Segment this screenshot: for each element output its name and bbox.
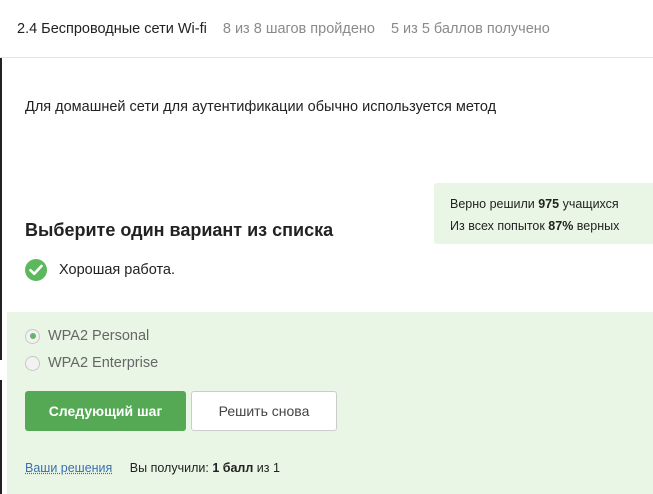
option-label: WPA2 Enterprise xyxy=(48,355,159,371)
left-border xyxy=(0,58,2,494)
received-value: 1 балл xyxy=(212,461,254,475)
option-label: WPA2 Personal xyxy=(48,328,150,344)
lesson-title[interactable]: 2.4 Беспроводные сети Wi-fi xyxy=(17,21,207,37)
left-border-gap xyxy=(0,360,2,380)
next-step-button[interactable]: Следующий шаг xyxy=(25,391,186,431)
feedback-message: Хорошая работа. xyxy=(25,259,175,281)
result-footer: Ваши решения Вы получили: 1 балл из 1 xyxy=(25,461,280,475)
retry-button[interactable]: Решить снова xyxy=(191,391,337,431)
stats-solved-prefix: Верно решили xyxy=(450,197,539,211)
received-prefix: Вы получили: xyxy=(129,461,213,475)
stats-solved-count: 975 xyxy=(538,197,560,211)
stats-percent-suffix: верных xyxy=(573,219,620,233)
steps-progress: 8 из 8 шагов пройдено xyxy=(222,20,375,37)
stats-solved-suffix: учащихся xyxy=(559,197,619,211)
radio-button-selected[interactable] xyxy=(25,328,40,344)
instruction-heading: Выберите один вариант из списка xyxy=(25,220,334,240)
option-wpa2-enterprise[interactable]: WPA2 Enterprise xyxy=(25,355,158,371)
question-text: Для домашней сети для аутентификации обы… xyxy=(25,99,497,115)
stats-solved-line: Верно решили 975 учащихся xyxy=(450,193,653,215)
option-wpa2-personal[interactable]: WPA2 Personal xyxy=(25,328,149,344)
feedback-text: Хорошая работа. xyxy=(59,262,176,278)
stats-percent-line: Из всех попыток 87% верных xyxy=(450,215,653,237)
your-solutions-link[interactable]: Ваши решения xyxy=(25,461,112,475)
check-circle-icon xyxy=(25,259,47,281)
lesson-header: 2.4 Беспроводные сети Wi-fi 8 из 8 шагов… xyxy=(0,0,653,58)
radio-button[interactable] xyxy=(25,355,40,371)
received-suffix: из 1 xyxy=(253,461,280,475)
stats-box: Верно решили 975 учащихся Из всех попыто… xyxy=(434,183,653,244)
score-progress: 5 из 5 баллов получено xyxy=(390,20,550,37)
stats-percent-value: 87% xyxy=(548,219,574,233)
stats-percent-prefix: Из всех попыток xyxy=(450,219,549,233)
